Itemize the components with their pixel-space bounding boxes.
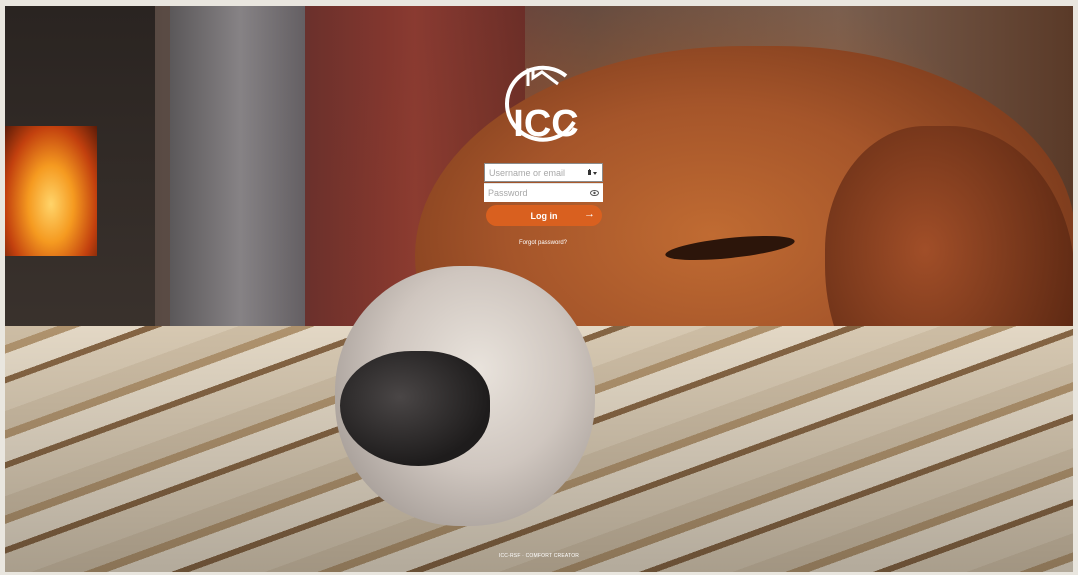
logo-text: ICC [513,103,578,145]
username-field[interactable] [484,163,603,182]
eye-icon[interactable] [587,190,599,196]
login-button[interactable]: Log in → [486,205,602,226]
user-dropdown-icon[interactable] [586,168,598,177]
footer-text: ICC-RSF · COMFORT CREATOR [498,553,580,559]
login-button-label: Log in [530,210,558,221]
background-curtain [170,6,310,336]
username-input[interactable] [489,167,586,178]
fireplace [5,126,97,256]
password-input[interactable] [488,188,587,198]
icc-logo: ICC [505,65,579,145]
password-field[interactable] [484,183,603,202]
forgot-password-link[interactable]: Forgot password? [484,240,602,246]
arrow-right-icon: → [584,208,595,220]
